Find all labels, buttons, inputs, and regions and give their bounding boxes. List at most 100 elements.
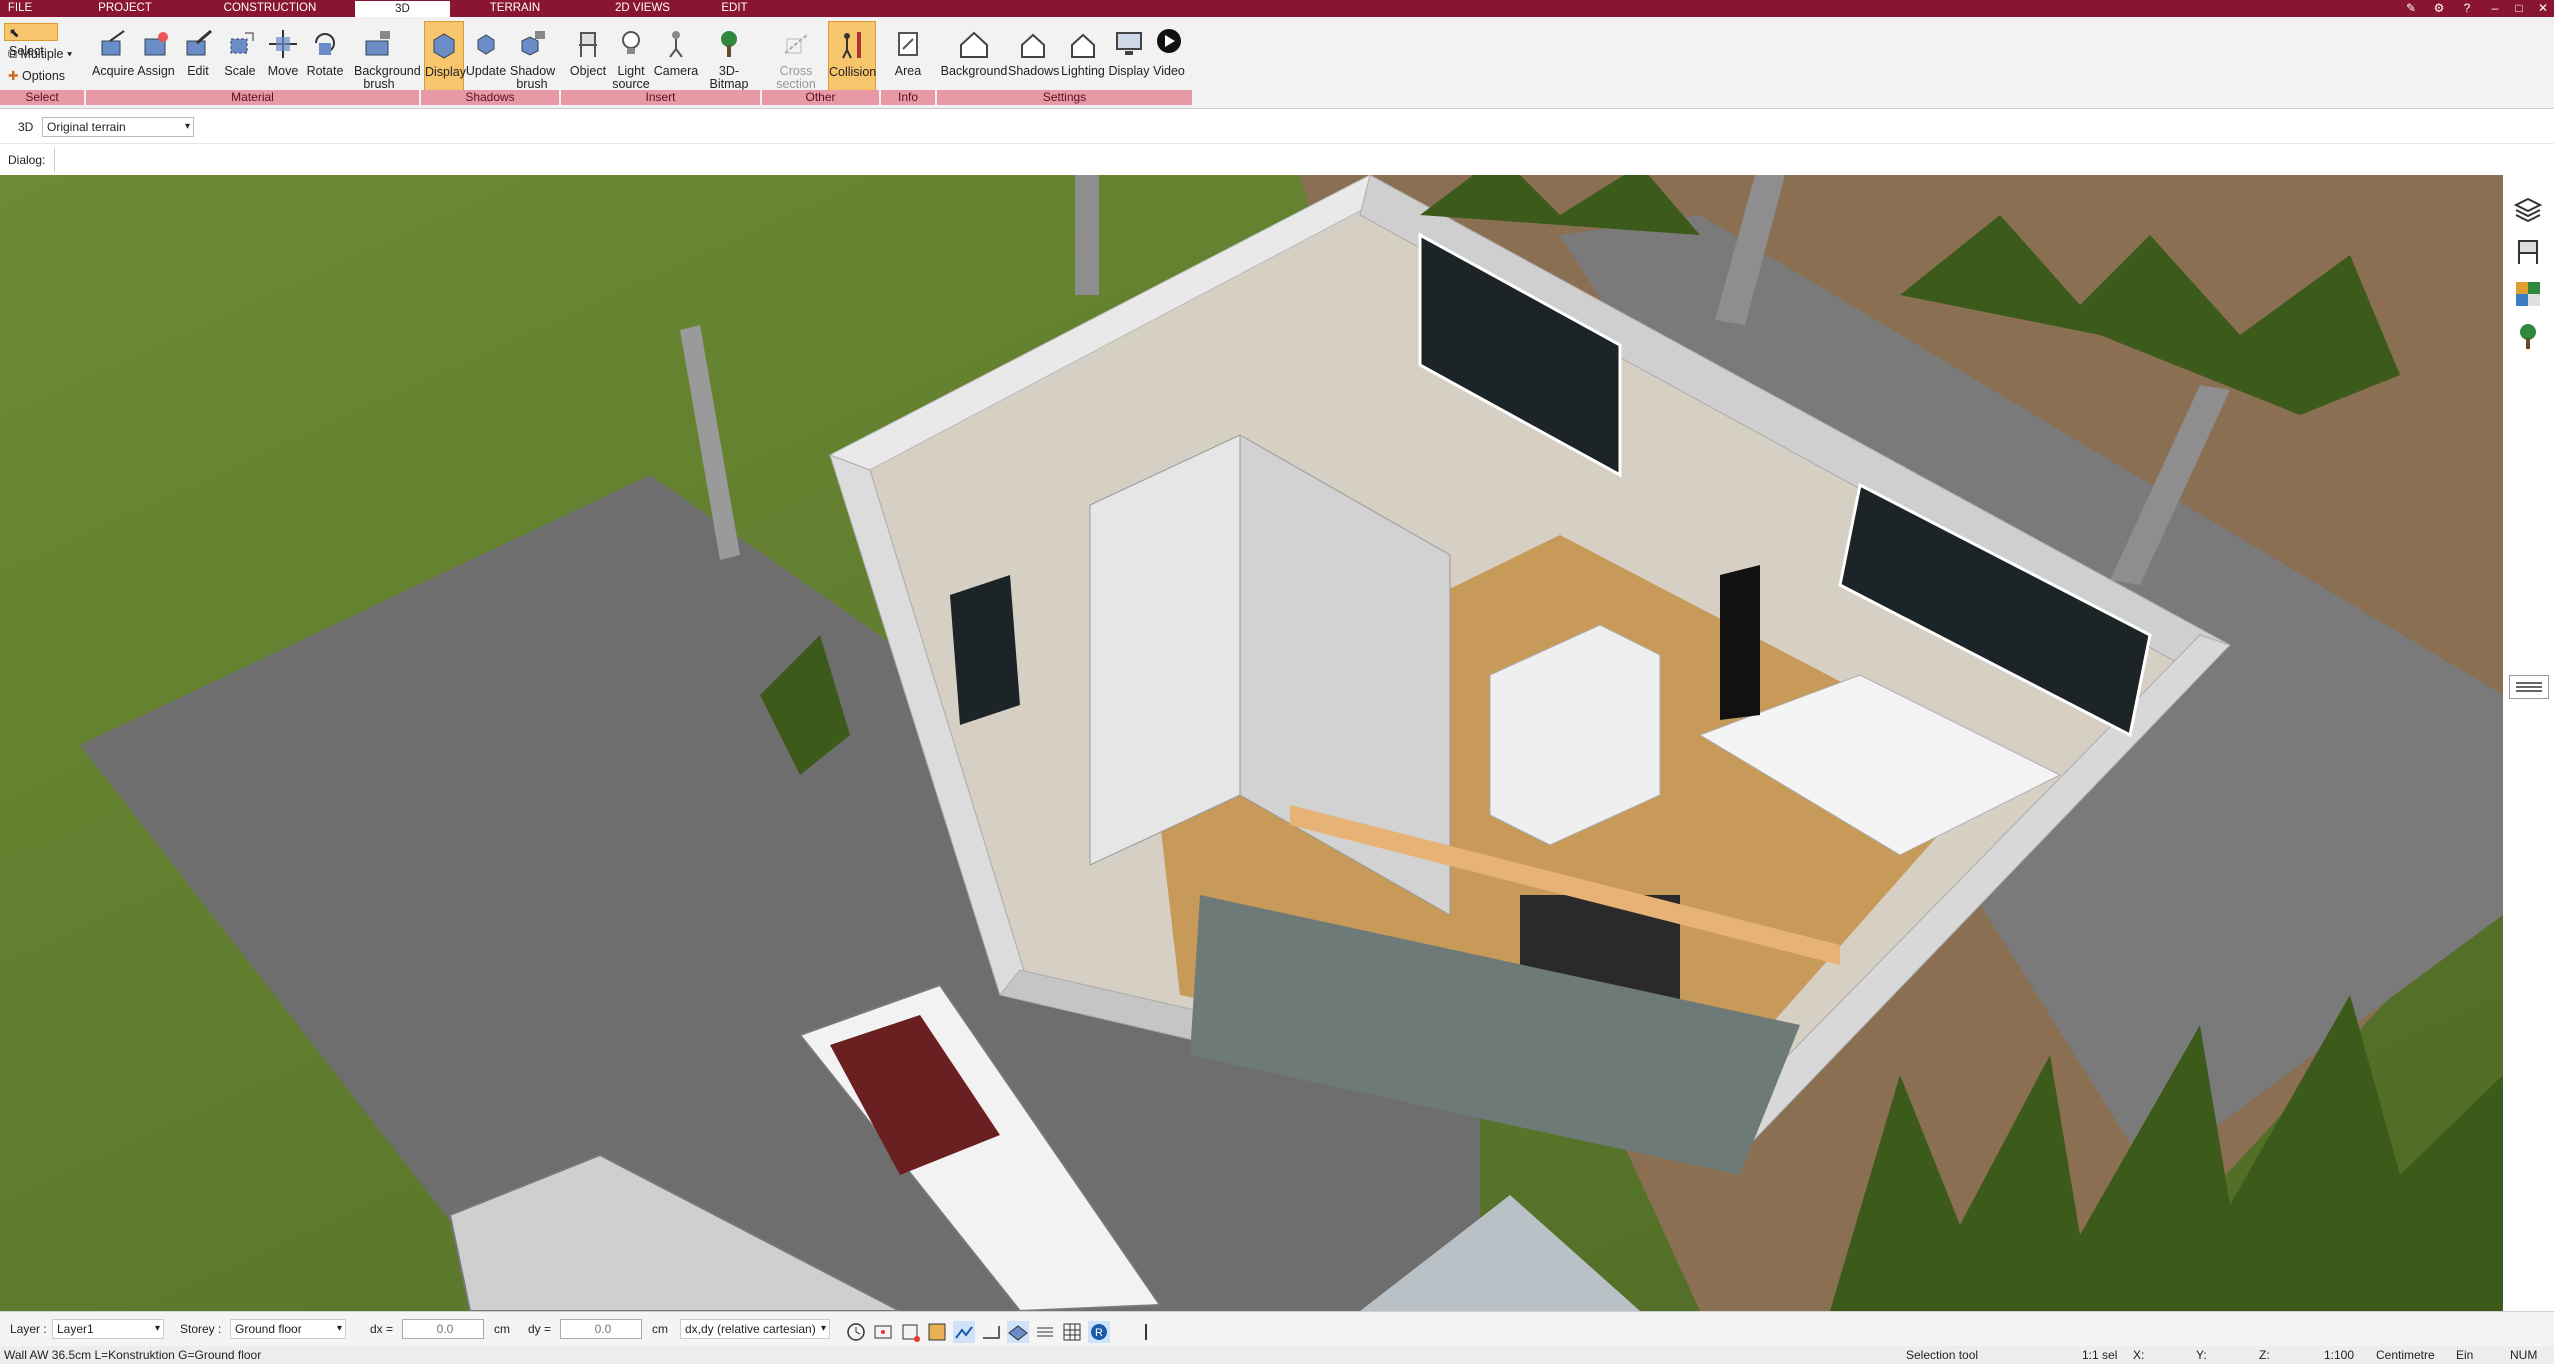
snap-angle-icon[interactable] xyxy=(980,1321,1002,1343)
acquire-button[interactable]: Acquire xyxy=(92,21,134,99)
tab-project[interactable]: PROJECT xyxy=(90,0,160,17)
status-unit: Centimetre xyxy=(2376,1348,2435,1362)
help-icon[interactable]: ? xyxy=(2456,0,2478,17)
shadow-update-button[interactable]: Update xyxy=(464,21,508,99)
scale-icon xyxy=(230,32,254,54)
monitor-icon xyxy=(1116,32,1142,55)
cross-section-icon xyxy=(784,34,808,54)
house-lighting-icon xyxy=(1071,33,1095,58)
collision-icon xyxy=(842,32,861,59)
snap-icon[interactable] xyxy=(872,1321,894,1343)
area-button[interactable]: Area xyxy=(886,21,930,99)
area-icon xyxy=(898,32,918,56)
group-insert: Insert xyxy=(561,90,760,105)
3d-scene xyxy=(0,175,2503,1311)
select-button[interactable]: ⬉ Select xyxy=(4,23,58,58)
3d-bitmap-button[interactable]: 3D-Bitmap xyxy=(700,21,758,99)
pin-icon[interactable] xyxy=(1135,1321,1157,1343)
chevron-down-icon: ▾ xyxy=(336,1323,342,1334)
background-button[interactable]: Background xyxy=(940,21,1008,99)
tab-file[interactable]: FILE xyxy=(0,0,40,17)
light-source-button[interactable]: Light source xyxy=(610,21,652,99)
video-button[interactable]: Video xyxy=(1150,21,1188,99)
collision-button[interactable]: Collision xyxy=(828,21,876,99)
options-button[interactable]: ✚ Options xyxy=(4,67,65,85)
furniture-icon[interactable] xyxy=(2513,237,2543,267)
snap-grid-icon[interactable] xyxy=(926,1321,948,1343)
ribbon-toolbar: ⬉ Select ⧉ Multiple ▾ ✚ Options Select A… xyxy=(0,17,2554,109)
background-brush-icon xyxy=(365,31,390,56)
svg-text:R: R xyxy=(1095,1327,1103,1339)
insert-object-button[interactable]: Object xyxy=(566,21,610,99)
snap-wall-icon[interactable] xyxy=(1034,1321,1056,1343)
lighting-button[interactable]: Lighting xyxy=(1058,21,1108,99)
chair-icon xyxy=(579,32,597,57)
tab-construction[interactable]: CONSTRUCTION xyxy=(215,0,325,17)
dy-input[interactable]: 0.0 xyxy=(560,1319,642,1339)
camera-button[interactable]: Camera xyxy=(652,21,700,99)
grid-icon[interactable] xyxy=(1061,1321,1083,1343)
settings-display-button[interactable]: Display xyxy=(1108,21,1150,99)
coordinate-mode-select[interactable]: dx,dy (relative cartesian) ▾ xyxy=(680,1319,830,1339)
tab-edit[interactable]: EDIT xyxy=(712,0,757,17)
layers-icon[interactable] xyxy=(2513,195,2543,225)
options-icon: ✚ xyxy=(8,69,19,83)
interior-wall xyxy=(1089,434,1241,866)
bulb-icon xyxy=(622,31,640,54)
settings-shadows-button[interactable]: Shadows xyxy=(1008,21,1059,99)
dx-label: dx = xyxy=(370,1322,394,1336)
status-info: Wall AW 36.5cm L=Konstruktion G=Ground f… xyxy=(4,1348,262,1362)
chevron-down-icon: ▾ xyxy=(154,1323,160,1334)
snap-line-icon[interactable] xyxy=(953,1321,975,1343)
tab-terrain[interactable]: TERRAIN xyxy=(480,0,550,17)
cross-section-3d-button[interactable]: Cross section 3D xyxy=(770,21,822,104)
clock-icon[interactable] xyxy=(845,1321,867,1343)
storey-select[interactable]: Ground floor ▾ xyxy=(230,1319,346,1339)
shadow-display-button[interactable]: Display xyxy=(424,21,466,99)
dx-unit: cm xyxy=(494,1322,510,1336)
layer-label: Layer : xyxy=(10,1322,47,1336)
status-bar: Wall AW 36.5cm L=Konstruktion G=Ground f… xyxy=(0,1346,2554,1364)
group-info: Info xyxy=(881,90,935,105)
terrain-select[interactable]: Original terrain ▾ xyxy=(42,117,194,137)
snap-point-icon[interactable] xyxy=(899,1321,921,1343)
move-button[interactable]: Move xyxy=(262,21,304,99)
edit-button[interactable]: Edit xyxy=(178,21,218,99)
dialog-bar: Dialog: xyxy=(0,145,2554,175)
group-settings: Settings xyxy=(937,90,1192,105)
scale-button[interactable]: Scale xyxy=(218,21,262,99)
maximize-icon[interactable]: □ xyxy=(2508,0,2530,17)
status-tool: Selection tool xyxy=(1906,1348,1979,1362)
dx-input[interactable]: 0.0 xyxy=(402,1319,484,1339)
tools-icon[interactable]: ✎ xyxy=(2400,0,2422,17)
minimize-icon[interactable]: – xyxy=(2484,0,2506,17)
sidebar-collapse-handle[interactable] xyxy=(2509,675,2549,699)
edit-icon xyxy=(186,29,212,56)
settings-icon[interactable]: ⚙ xyxy=(2428,0,2450,17)
layer-select[interactable]: Layer1 ▾ xyxy=(52,1319,164,1339)
chevron-down-icon: ▾ xyxy=(820,1323,826,1334)
background-brush-button[interactable]: Background brush xyxy=(346,21,421,99)
range-hood xyxy=(1720,565,1760,720)
coordinate-bar: Layer : Layer1 ▾ Storey : Ground floor ▾… xyxy=(0,1311,2554,1346)
status-ein: Ein xyxy=(2456,1348,2474,1362)
post xyxy=(1075,175,1099,295)
3d-viewport[interactable] xyxy=(0,175,2503,1311)
snap-plane-icon[interactable] xyxy=(1007,1321,1029,1343)
assign-button[interactable]: Assign xyxy=(134,21,178,99)
multiple-button[interactable]: ⧉ Multiple ▾ xyxy=(4,45,72,63)
status-scale: 1:100 xyxy=(2324,1348,2355,1362)
mode-label: 3D xyxy=(18,120,34,134)
plants-icon[interactable] xyxy=(2513,321,2543,351)
close-icon[interactable]: ✕ xyxy=(2532,0,2554,17)
tab-3d[interactable]: 3D xyxy=(355,0,450,17)
ortho-icon[interactable]: R xyxy=(1088,1321,1110,1343)
dy-label: dy = xyxy=(528,1322,552,1336)
group-material: Material xyxy=(86,90,419,105)
tree-icon xyxy=(721,31,737,57)
materials-icon[interactable] xyxy=(2513,279,2543,309)
rotate-button[interactable]: Rotate xyxy=(304,21,346,99)
tab-2d-views[interactable]: 2D VIEWS xyxy=(605,0,680,17)
shadow-brush-button[interactable]: Shadow brush xyxy=(508,21,556,99)
chevron-down-icon: ▾ xyxy=(184,121,190,132)
